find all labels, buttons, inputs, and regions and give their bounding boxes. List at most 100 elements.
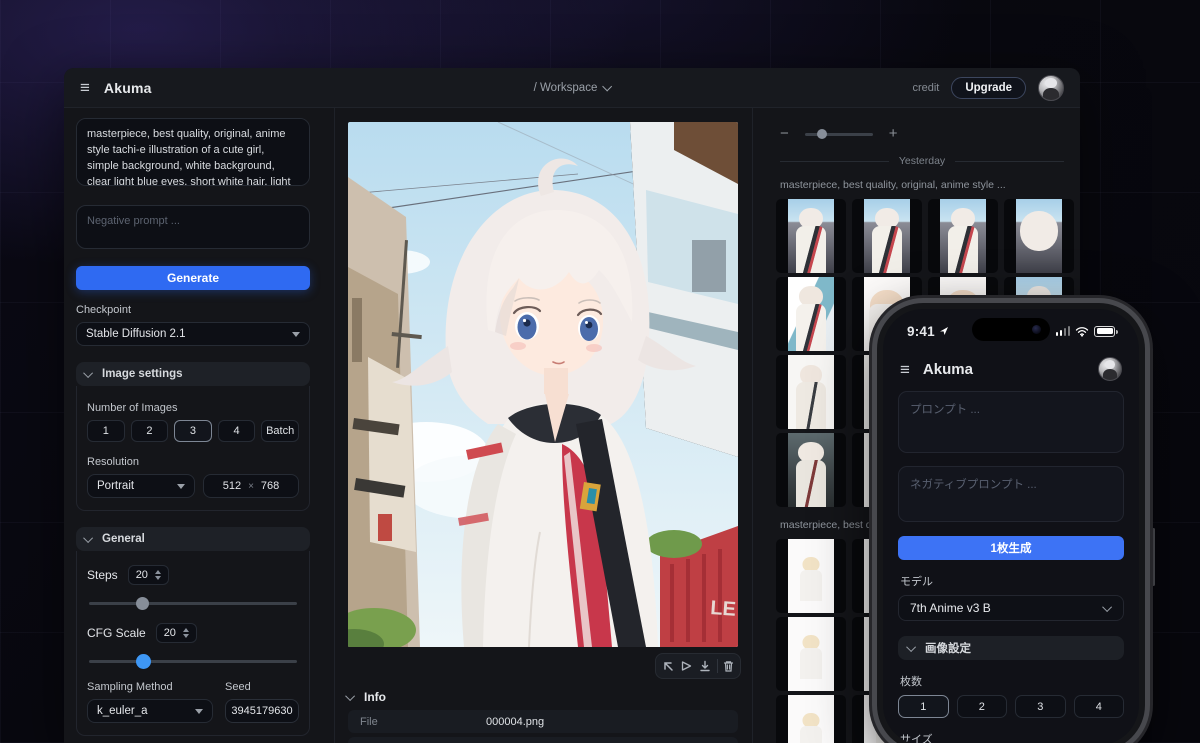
phone-negative-prompt-input[interactable]: ネガティブプロンプト ... [898,466,1124,522]
phone-time-value: 9:41 [907,324,935,339]
history-date-divider: Yesterday [780,155,1064,167]
phone-generate-button[interactable]: 1枚生成 [898,536,1124,560]
resolution-size[interactable]: 512 × 768 [203,474,299,498]
history-thumbnail[interactable] [928,199,998,273]
image-settings-title: Image settings [102,368,183,380]
history-thumbnail[interactable] [776,277,846,351]
phone-prompt-input[interactable]: プロンプト ... [898,391,1124,453]
info-generation-type-row: Generation type text-to-image [348,737,738,743]
divider [334,108,335,743]
menu-icon[interactable]: ≡ [900,361,910,378]
zoom-in-button[interactable]: + [889,126,898,141]
history-thumbnail[interactable] [776,617,846,691]
upgrade-button[interactable]: Upgrade [951,77,1026,99]
history-thumbnail[interactable] [776,433,846,507]
slider-track [805,133,873,136]
history-date-label: Yesterday [899,155,945,167]
slider-thumb[interactable] [136,597,149,610]
checkpoint-label: Checkpoint [76,304,310,316]
phone-count-button[interactable]: 3 [1015,695,1066,718]
prompt-input[interactable]: masterpiece, best quality, original, ani… [76,118,310,186]
general-header[interactable]: General [76,527,310,551]
image-count-button[interactable]: 4 [218,420,256,442]
caret-down-icon [195,709,203,714]
phone-model-select[interactable]: 7th Anime v3 B [898,595,1124,621]
info-file-row: File 000004.png [348,710,738,733]
phone-app-title: Akuma [923,361,973,378]
phone-body: プロンプト ... ネガティブプロンプト ... 1枚生成 モデル 7th An… [898,391,1124,743]
breadcrumb-label: / Workspace [534,82,598,94]
signal-icon [1056,326,1071,336]
steps-stepper[interactable]: 20 [128,565,169,585]
caret-down-icon [177,484,185,489]
download-icon[interactable] [698,659,712,673]
generated-image[interactable]: LE [348,122,738,647]
steps-slider[interactable] [87,595,299,611]
user-avatar[interactable] [1038,75,1064,101]
info-section-header[interactable]: Info [348,690,386,704]
open-arrow-icon[interactable] [661,659,675,673]
image-count-group: 1234Batch [87,420,299,442]
resolution-mode-value: Portrait [97,480,177,492]
slider-thumb[interactable] [817,129,827,139]
thumbnail-image [788,277,834,351]
cfg-value: 20 [164,627,176,639]
send-icon[interactable] [679,659,693,673]
thumbnail-zoom-control: − + [764,108,1080,141]
thumbnail-image [788,355,834,429]
seed-input[interactable] [225,699,299,723]
window-header: ≡ Akuma / Workspace credit Upgrade [64,68,1080,108]
image-count-button[interactable]: 1 [87,420,125,442]
general-body: Steps 20 CFG Scale 20 [76,551,310,736]
zoom-out-button[interactable]: − [780,126,789,141]
history-thumbnail[interactable] [1004,199,1074,273]
phone-image-settings-header[interactable]: 画像設定 [898,636,1124,660]
image-settings-body: Number of Images 1234Batch Resolution Po… [76,386,310,511]
general-title: General [102,533,145,545]
cfg-stepper[interactable]: 20 [156,623,197,643]
history-thumbnail[interactable] [776,199,846,273]
history-thumbnail[interactable] [776,695,846,743]
generate-button[interactable]: Generate [76,266,310,290]
checkpoint-value: Stable Diffusion 2.1 [86,328,292,340]
checkpoint-select[interactable]: Stable Diffusion 2.1 [76,322,310,346]
cfg-slider[interactable] [87,653,299,669]
image-settings-header[interactable]: Image settings [76,362,310,386]
image-count-button[interactable]: Batch [261,420,299,442]
image-count-button[interactable]: 3 [174,420,212,442]
sampling-select[interactable]: k_euler_a [87,699,213,723]
image-toolbar [655,653,741,679]
slider-thumb[interactable] [136,654,151,669]
steps-value: 20 [136,569,148,581]
resolution-mode-select[interactable]: Portrait [87,474,195,498]
phone-size-label: サイズ [900,731,1122,743]
dynamic-island [972,318,1050,341]
svg-text:LE: LE [710,597,737,621]
delete-icon[interactable] [722,659,735,673]
count-label: Number of Images [87,402,299,414]
breadcrumb[interactable]: / Workspace [534,82,611,94]
stepper-arrows-icon[interactable] [183,628,189,638]
thumbnail-image [788,539,834,613]
negative-prompt-input[interactable] [76,205,310,249]
cfg-label: CFG Scale [87,626,146,640]
history-thumbnail[interactable] [852,199,922,273]
resolution-height: 768 [261,480,279,492]
menu-icon[interactable]: ≡ [80,79,90,96]
phone-count-button[interactable]: 1 [898,695,949,718]
resolution-label: Resolution [87,456,299,468]
history-thumbnail[interactable] [776,355,846,429]
resolution-width: 512 [223,480,241,492]
chevron-down-icon [83,368,93,378]
phone-count-label: 枚数 [900,673,1122,689]
history-thumbnail[interactable] [776,539,846,613]
phone-count-button[interactable]: 2 [957,695,1008,718]
phone-count-button[interactable]: 4 [1074,695,1125,718]
thumbnail-size-slider[interactable] [805,128,873,140]
image-count-button[interactable]: 2 [131,420,169,442]
phone-user-avatar[interactable] [1098,357,1122,381]
seed-label: Seed [225,681,299,693]
stepper-arrows-icon[interactable] [155,570,161,580]
thumbnail-image [788,617,834,691]
divider [717,659,718,673]
